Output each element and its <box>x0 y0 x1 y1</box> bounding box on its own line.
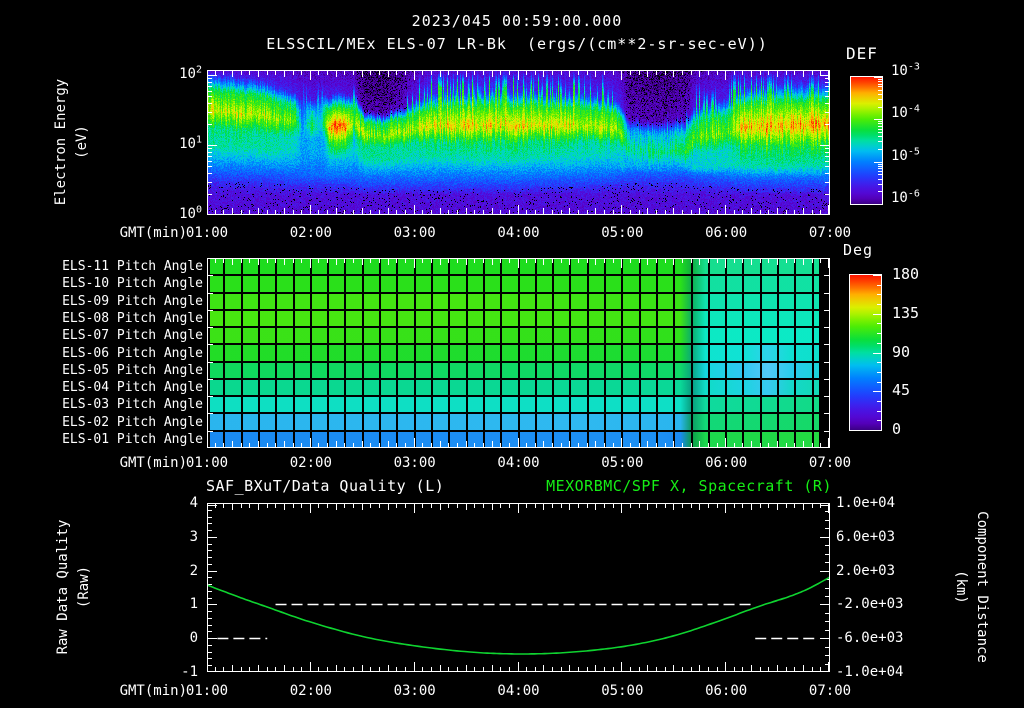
timeseries-left-title: SAF_BXuT/Data Quality (L) <box>206 477 445 495</box>
distance-tick-label: -2.0e+03 <box>836 596 904 613</box>
x-tick-label: 05:00 <box>601 225 644 241</box>
deg-tick-label: 45 <box>892 381 911 400</box>
axis-label-line: Electron Energy <box>53 78 69 206</box>
x-tick-label: 02:00 <box>289 225 332 241</box>
electron-energy-spectrogram-canvas <box>207 70 830 215</box>
quality-distance-plot-canvas <box>207 503 830 672</box>
raw-quality-tick-label: 3 <box>189 528 198 545</box>
pitch-row-label: ELS-09 Pitch Angle <box>62 293 203 309</box>
deg-tick-label: 0 <box>892 420 902 438</box>
distance-tick-label: -6.0e+03 <box>836 630 904 647</box>
axis-label-line: (Raw) <box>76 565 92 609</box>
pitch-row-label: ELS-08 Pitch Angle <box>62 310 203 326</box>
x-tick-label: 02:00 <box>289 455 332 471</box>
component-distance-axis-label: Component Distance (km) <box>950 511 992 663</box>
def-tick-label: 10-6 <box>891 188 920 206</box>
pitch-row-label: ELS-01 Pitch Angle <box>62 431 203 447</box>
def-colorbar <box>849 75 889 206</box>
date-title: 2023/045 00:59:00.000 <box>411 12 623 30</box>
gmt-axis-label: GMT(min) <box>119 225 187 241</box>
def-colorbar-title: DEF <box>846 44 878 63</box>
axis-label-line: Component Distance <box>974 511 990 663</box>
pitch-row-label: ELS-05 Pitch Angle <box>62 362 203 378</box>
distance-tick-label: 1.0e+04 <box>836 495 896 511</box>
x-tick-label: 02:00 <box>289 683 332 699</box>
pitch-angle-grid-canvas <box>207 258 830 448</box>
pitch-row-label: ELS-04 Pitch Angle <box>62 380 203 396</box>
pitch-row-label: ELS-10 Pitch Angle <box>62 276 203 292</box>
energy-tick-label: 102 <box>179 64 202 82</box>
x-tick-label: 06:00 <box>705 455 748 471</box>
deg-tick-label: 180 <box>892 265 920 283</box>
gmt-axis-label: GMT(min) <box>119 455 187 471</box>
axis-label-line: (km) <box>953 570 969 604</box>
raw-quality-tick-label: 0 <box>189 630 198 647</box>
deg-colorbar <box>848 273 888 434</box>
instrument-title: ELSSCIL/MEx ELS-07 LR-Bk (ergs/(cm**2-sr… <box>266 35 768 53</box>
def-tick-label: 10-5 <box>891 146 920 164</box>
raw-quality-tick-label: 2 <box>189 562 198 579</box>
pitch-row-label: ELS-11 Pitch Angle <box>62 259 203 275</box>
x-tick-label: 04:00 <box>497 225 540 241</box>
gmt-axis-label: GMT(min) <box>119 683 187 699</box>
x-tick-label: 06:00 <box>705 225 748 241</box>
energy-tick-label: 101 <box>179 134 202 152</box>
x-tick-label: 04:00 <box>497 455 540 471</box>
distance-tick-label: 6.0e+03 <box>836 528 896 545</box>
axis-label-line: Raw Data Quality <box>55 519 71 655</box>
pitch-row-label: ELS-02 Pitch Angle <box>62 414 203 430</box>
x-tick-label: 05:00 <box>601 455 644 471</box>
def-tick-label: 10-3 <box>891 61 920 79</box>
pitch-row-label: ELS-03 Pitch Angle <box>62 397 203 413</box>
raw-quality-tick-label: 1 <box>189 596 198 613</box>
x-tick-label: 06:00 <box>705 683 748 699</box>
spectrogram-viewer: 2023/045 00:59:00.000 ELSSCIL/MEx ELS-07… <box>0 0 1024 708</box>
x-tick-label: 03:00 <box>393 455 436 471</box>
x-tick-label: 07:00 <box>808 683 852 699</box>
x-tick-label: 04:00 <box>497 683 540 699</box>
x-tick-label: 01:00 <box>185 683 229 699</box>
axis-label-line: (eV) <box>74 125 90 159</box>
x-tick-label: 07:00 <box>808 455 852 471</box>
distance-tick-label: -1.0e+04 <box>836 664 904 680</box>
x-tick-label: 07:00 <box>808 225 852 241</box>
distance-tick-label: 2.0e+03 <box>836 562 896 579</box>
raw-quality-tick-label: -1 <box>181 664 198 680</box>
x-tick-label: 03:00 <box>393 225 436 241</box>
x-tick-label: 01:00 <box>185 455 229 471</box>
raw-quality-tick-label: 4 <box>189 495 198 511</box>
x-tick-label: 05:00 <box>601 683 644 699</box>
raw-data-quality-axis-label: Raw Data Quality (Raw) <box>53 520 95 655</box>
def-tick-label: 10-4 <box>891 103 920 121</box>
deg-colorbar-title: Deg <box>843 241 874 259</box>
timeseries-right-title: MEXORBMC/SPF X, Spacecraft (R) <box>546 477 832 495</box>
electron-energy-axis-label: Electron Energy (eV) <box>51 79 93 205</box>
pitch-row-label: ELS-06 Pitch Angle <box>62 345 203 361</box>
deg-tick-label: 135 <box>892 303 920 322</box>
x-tick-label: 03:00 <box>393 683 436 699</box>
energy-tick-label: 100 <box>179 204 202 222</box>
x-tick-label: 01:00 <box>185 225 229 241</box>
deg-tick-label: 90 <box>892 342 911 361</box>
pitch-row-label: ELS-07 Pitch Angle <box>62 328 203 344</box>
